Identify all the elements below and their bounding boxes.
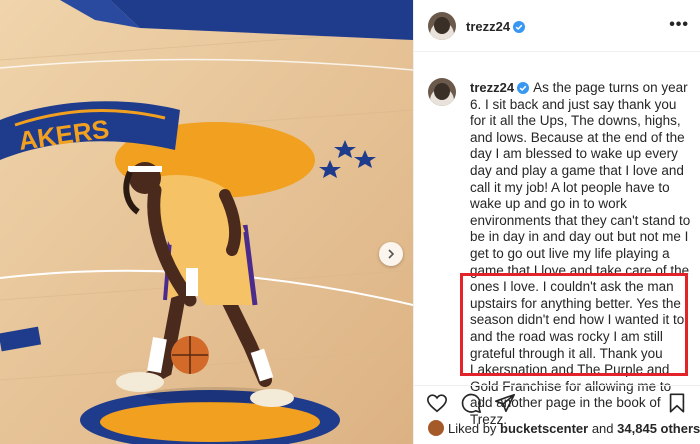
chevron-right-icon	[388, 249, 395, 259]
share-icon[interactable]	[494, 392, 516, 414]
post-caption: trezz24 As the page turns on year 6. I si…	[470, 80, 692, 428]
liker-avatar[interactable]	[428, 420, 444, 436]
likes-prefix: Liked by	[448, 421, 497, 436]
basketball-player-image: AKERS	[0, 0, 413, 444]
verified-badge-icon	[517, 82, 530, 94]
bookmark-icon[interactable]	[666, 392, 688, 414]
header-username-wrap: trezz24	[466, 18, 526, 36]
post-photo[interactable]: AKERS	[0, 0, 413, 444]
avatar[interactable]	[428, 12, 456, 40]
comment-icon[interactable]	[460, 392, 482, 414]
likes-user[interactable]: bucketscenter	[500, 421, 588, 436]
post-actions-bar	[414, 385, 700, 415]
caption-username[interactable]: trezz24	[470, 80, 514, 95]
header-username[interactable]: trezz24	[466, 19, 510, 34]
caption-avatar[interactable]	[428, 78, 456, 106]
next-photo-button[interactable]	[379, 242, 403, 266]
post-side-panel: trezz24 ••• trezz24 As the page turns on …	[413, 0, 700, 444]
likes-summary: Liked by bucketscenter and 34,845 others	[428, 420, 700, 436]
heart-icon[interactable]	[426, 392, 448, 414]
likes-count[interactable]: 34,845 others	[617, 421, 700, 436]
post-header: trezz24 •••	[414, 0, 700, 52]
caption-text: As the page turns on year 6. I sit back …	[470, 80, 691, 427]
more-options-icon[interactable]: •••	[669, 16, 689, 34]
likes-joiner: and	[591, 421, 614, 436]
verified-badge-icon	[513, 21, 526, 33]
